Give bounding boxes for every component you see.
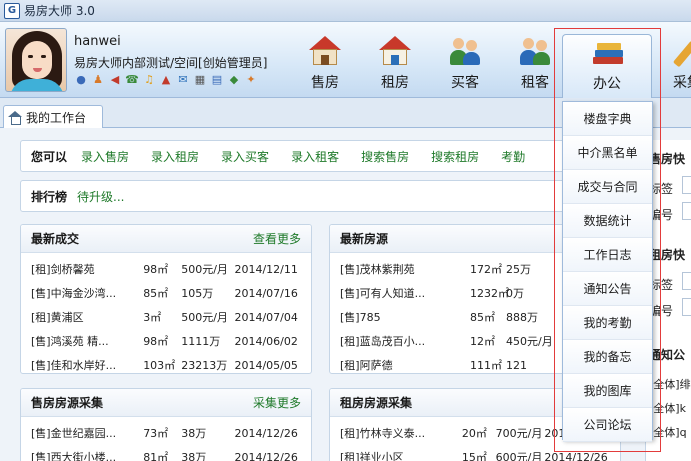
pencil-icon bbox=[671, 36, 691, 68]
nav-office-button[interactable]: 办公 bbox=[562, 34, 652, 98]
avatar[interactable] bbox=[5, 28, 67, 92]
toolbar-icons: ● ♟ ◀ ☎ ♫ ▲ ✉ ▦ ▤ ◆ ✦ bbox=[74, 73, 258, 87]
menu-item-my-memo[interactable]: 我的备忘 bbox=[563, 340, 652, 374]
office-dropdown-menu: 楼盘字典 中介黑名单 成交与合同 数据统计 工作日志 通知公告 我的考勤 我的备… bbox=[562, 101, 653, 442]
collect-more-link[interactable]: 采集更多 bbox=[253, 394, 301, 411]
quick-actions-bar: 您可以 录入售房 录入租房 录入买客 录入租客 搜索售房 搜索租房 考勤 bbox=[20, 140, 640, 172]
table-row[interactable]: [租]祥业小区 15㎡ 600元/月 2014/12/26 bbox=[340, 445, 610, 461]
notice-title: 通知公 bbox=[649, 348, 686, 362]
view-more-link[interactable]: 查看更多 bbox=[253, 230, 301, 247]
nav-rent-label: 租房 bbox=[381, 75, 409, 91]
people-icon[interactable]: ✦ bbox=[244, 73, 258, 87]
recent-deals-card: 最新成交 查看更多 [租]剑桥馨苑 98㎡ 500元/月 2014/12/11 [售]… bbox=[20, 224, 312, 374]
table-row[interactable]: [售]西大街小楼... 81㎡ 38万 2014/12/26 bbox=[31, 445, 301, 461]
nav-office-label: 办公 bbox=[593, 76, 621, 92]
table-row[interactable]: [售]中海金沙湾... 85㎡ 105万 2014/07/16 bbox=[31, 281, 301, 305]
sale-no-input[interactable] bbox=[682, 202, 691, 220]
sale-search-title: 售房快 bbox=[649, 152, 686, 166]
menu-item-statistics[interactable]: 数据统计 bbox=[563, 204, 652, 238]
card-title: 售房房源采集 bbox=[31, 396, 104, 410]
people-icon bbox=[519, 36, 551, 66]
quick-actions-lead: 您可以 bbox=[31, 149, 68, 164]
menu-item-my-gallery[interactable]: 我的图库 bbox=[563, 374, 652, 408]
app-logo-icon: G bbox=[4, 2, 20, 19]
megaphone-icon[interactable]: ◀ bbox=[108, 73, 122, 87]
menu-item-company-forum[interactable]: 公司论坛 bbox=[563, 408, 652, 442]
home-icon bbox=[8, 110, 22, 125]
quick-link-add-tenant[interactable]: 录入租客 bbox=[291, 148, 339, 165]
chart-icon[interactable]: ▲ bbox=[159, 73, 173, 87]
user-icon[interactable]: ● bbox=[74, 73, 88, 87]
table-row[interactable]: [租]黄浦区 3㎡ 500元/月 2014/07/04 bbox=[31, 305, 301, 329]
phone-icon[interactable]: ☎ bbox=[125, 73, 139, 87]
house-icon bbox=[309, 36, 341, 66]
menu-item-work-log[interactable]: 工作日志 bbox=[563, 238, 652, 272]
mail-icon[interactable]: ✉ bbox=[176, 73, 190, 87]
ranking-value[interactable]: 待升级... bbox=[77, 188, 124, 205]
sale-collect-card: 售房房源采集 采集更多 [售]金世纪嘉园... 73㎡ 38万 2014/12/26 … bbox=[20, 388, 312, 461]
title-bar: G 易房大师 3.0 bbox=[0, 0, 691, 22]
tab-workbench-label: 我的工作台 bbox=[26, 110, 87, 125]
nav-tenant-button[interactable]: 租客 bbox=[500, 22, 570, 97]
sale-tag-input[interactable] bbox=[682, 176, 691, 194]
header: hanwei 易房大师内部测试/空间[创始管理员] ● ♟ ◀ ☎ ♫ ▲ ✉ … bbox=[0, 22, 691, 98]
menu-item-announcements[interactable]: 通知公告 bbox=[563, 272, 652, 306]
user-description: 易房大师内部测试/空间[创始管理员] bbox=[74, 56, 268, 70]
table-row[interactable]: [售]金世纪嘉园... 73㎡ 38万 2014/12/26 bbox=[31, 421, 301, 445]
nav-rent-button[interactable]: 租房 bbox=[360, 22, 430, 97]
quick-link-add-rent[interactable]: 录入租房 bbox=[151, 148, 199, 165]
calculator-icon[interactable]: ▦ bbox=[193, 73, 207, 87]
menu-item-agent-blacklist[interactable]: 中介黑名单 bbox=[563, 136, 652, 170]
list-item[interactable]: [全体]绯 bbox=[649, 376, 691, 392]
list-item[interactable]: [全体]q bbox=[649, 424, 687, 440]
nav-collect-button[interactable]: 采集 bbox=[652, 22, 691, 97]
card-title: 租房房源采集 bbox=[340, 396, 413, 410]
nav-collect-label: 采集 bbox=[673, 75, 691, 91]
rent-no-input[interactable] bbox=[682, 298, 691, 316]
username: hanwei bbox=[74, 34, 121, 49]
nav-sell-button[interactable]: 售房 bbox=[290, 22, 360, 97]
menu-item-building-dictionary[interactable]: 楼盘字典 bbox=[563, 102, 652, 136]
table-row[interactable]: [售]鸿溪苑 精... 98㎡ 1111万 2014/06/02 bbox=[31, 329, 301, 353]
rent-tag-input[interactable] bbox=[682, 272, 691, 290]
table-row[interactable]: [售]佳和水岸好... 103㎡ 23213万 2014/05/05 bbox=[31, 353, 301, 373]
tab-workbench[interactable]: 我的工作台 bbox=[3, 105, 103, 128]
quick-link-search-sale[interactable]: 搜索售房 bbox=[361, 148, 409, 165]
users-icon[interactable]: ♟ bbox=[91, 73, 105, 87]
quick-link-add-buyer[interactable]: 录入买客 bbox=[221, 148, 269, 165]
ranking-lead: 排行榜 bbox=[31, 189, 68, 204]
table-row[interactable]: [租]剑桥馨苑 98㎡ 500元/月 2014/12/11 bbox=[31, 257, 301, 281]
quick-link-add-sale[interactable]: 录入售房 bbox=[81, 148, 129, 165]
ranking-bar: 排行榜 待升级... bbox=[20, 180, 640, 212]
nav-tenant-label: 租客 bbox=[521, 75, 549, 91]
puzzle-icon[interactable]: ◆ bbox=[227, 73, 241, 87]
house-icon bbox=[379, 36, 411, 66]
list-item[interactable]: [全体]k bbox=[649, 400, 686, 416]
quick-link-attendance[interactable]: 考勤 bbox=[501, 148, 525, 165]
nav-sell-label: 售房 bbox=[311, 75, 339, 91]
bell-icon[interactable]: ♫ bbox=[142, 73, 156, 87]
nav-buyer-button[interactable]: 买客 bbox=[430, 22, 500, 97]
people-icon bbox=[449, 36, 481, 66]
nav-buyer-label: 买客 bbox=[451, 75, 479, 91]
rent-search-title: 租房快 bbox=[649, 248, 686, 262]
quick-link-search-rent[interactable]: 搜索租房 bbox=[431, 148, 479, 165]
document-icon[interactable]: ▤ bbox=[210, 73, 224, 87]
window-title: 易房大师 3.0 bbox=[24, 4, 95, 18]
menu-item-deals-contracts[interactable]: 成交与合同 bbox=[563, 170, 652, 204]
books-icon bbox=[593, 41, 625, 71]
menu-item-my-attendance[interactable]: 我的考勤 bbox=[563, 306, 652, 340]
card-title: 最新成交 bbox=[31, 232, 80, 246]
card-title: 最新房源 bbox=[340, 232, 389, 246]
